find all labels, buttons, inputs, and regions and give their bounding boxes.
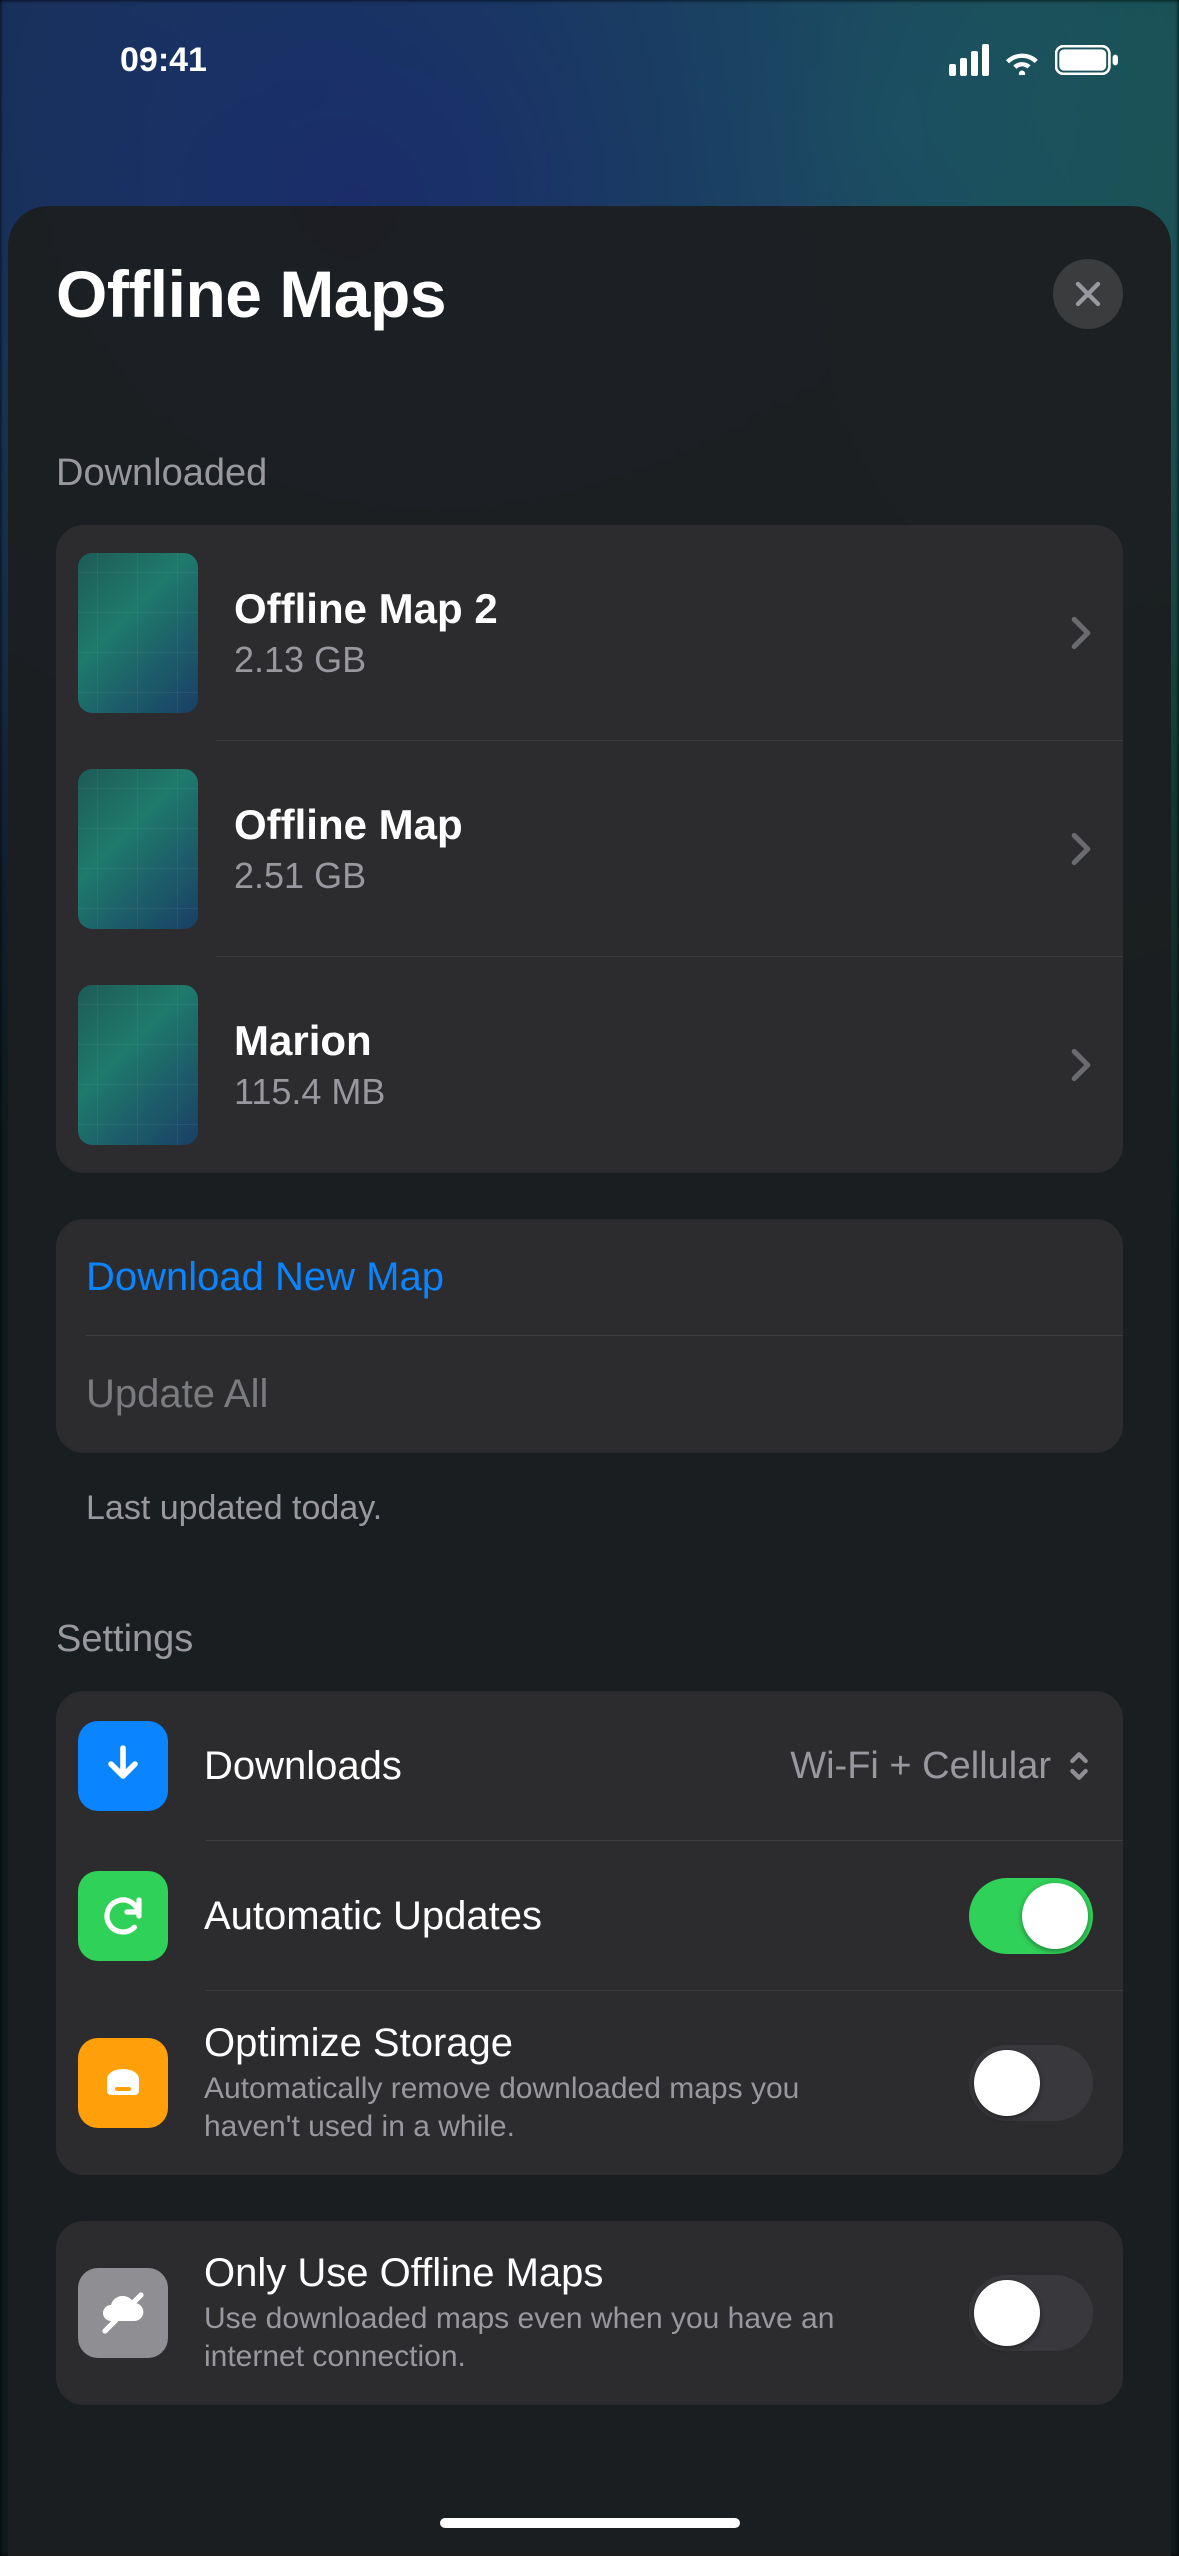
offline-only-toggle[interactable]: [969, 2275, 1093, 2351]
automatic-updates-row[interactable]: Automatic Updates: [56, 1841, 1123, 1991]
home-indicator[interactable]: [440, 2518, 740, 2528]
download-icon: [78, 1721, 168, 1811]
chevron-up-down-icon: [1065, 1746, 1093, 1786]
map-size: 2.13 GB: [234, 639, 1069, 681]
chevron-right-icon: [1069, 832, 1093, 866]
offline-only-row[interactable]: Only Use Offline Maps Use downloaded map…: [56, 2221, 1123, 2405]
section-settings-label: Settings: [56, 1618, 1123, 1661]
map-thumbnail: [78, 985, 198, 1145]
downloads-label: Downloads: [204, 1744, 790, 1789]
map-thumbnail: [78, 769, 198, 929]
update-all-label: Update All: [86, 1372, 268, 1416]
downloads-value: Wi-Fi + Cellular: [790, 1745, 1051, 1788]
map-name: Marion: [234, 1017, 1069, 1065]
map-name: Offline Map: [234, 801, 1069, 849]
map-size: 2.51 GB: [234, 855, 1069, 897]
refresh-icon: [78, 1871, 168, 1961]
downloads-setting-row[interactable]: Downloads Wi-Fi + Cellular: [56, 1691, 1123, 1841]
cellular-icon: [949, 44, 989, 76]
status-indicators: [949, 44, 1119, 76]
status-bar: 09:41: [0, 0, 1179, 120]
storage-icon: [78, 2038, 168, 2128]
optimize-storage-sub: Automatically remove downloaded maps you…: [204, 2070, 884, 2145]
battery-icon: [1055, 45, 1119, 75]
optimize-storage-toggle[interactable]: [969, 2045, 1093, 2121]
map-row[interactable]: Marion 115.4 MB: [56, 957, 1123, 1173]
wifi-icon: [1003, 45, 1041, 75]
offline-only-sub: Use downloaded maps even when you have a…: [204, 2300, 884, 2375]
update-all-button[interactable]: Update All: [56, 1336, 1123, 1453]
chevron-right-icon: [1069, 1048, 1093, 1082]
optimize-storage-row[interactable]: Optimize Storage Automatically remove do…: [56, 1991, 1123, 2175]
page-title: Offline Maps: [56, 256, 446, 332]
map-row[interactable]: Offline Map 2.51 GB: [56, 741, 1123, 957]
offline-only-card: Only Use Offline Maps Use downloaded map…: [56, 2221, 1123, 2405]
close-icon: [1073, 279, 1103, 309]
cloud-off-icon: [78, 2268, 168, 2358]
map-row[interactable]: Offline Map 2 2.13 GB: [56, 525, 1123, 741]
settings-list: Downloads Wi-Fi + Cellular Automatic Upd…: [56, 1691, 1123, 2175]
close-button[interactable]: [1053, 259, 1123, 329]
automatic-updates-label: Automatic Updates: [204, 1894, 969, 1939]
section-downloaded-label: Downloaded: [56, 452, 1123, 495]
download-new-map-button[interactable]: Download New Map: [56, 1219, 1123, 1336]
optimize-storage-label: Optimize Storage: [204, 2021, 969, 2066]
downloaded-maps-list: Offline Map 2 2.13 GB Offline Map 2.51 G…: [56, 525, 1123, 1173]
offline-maps-sheet: Offline Maps Downloaded Offline Map 2 2.…: [8, 206, 1171, 2556]
map-size: 115.4 MB: [234, 1071, 1069, 1113]
download-new-label: Download New Map: [86, 1255, 444, 1299]
status-time: 09:41: [120, 41, 207, 80]
chevron-right-icon: [1069, 616, 1093, 650]
offline-only-label: Only Use Offline Maps: [204, 2251, 969, 2296]
download-actions: Download New Map Update All: [56, 1219, 1123, 1453]
last-updated-label: Last updated today.: [86, 1489, 1123, 1528]
automatic-updates-toggle[interactable]: [969, 1878, 1093, 1954]
map-thumbnail: [78, 553, 198, 713]
map-name: Offline Map 2: [234, 585, 1069, 633]
